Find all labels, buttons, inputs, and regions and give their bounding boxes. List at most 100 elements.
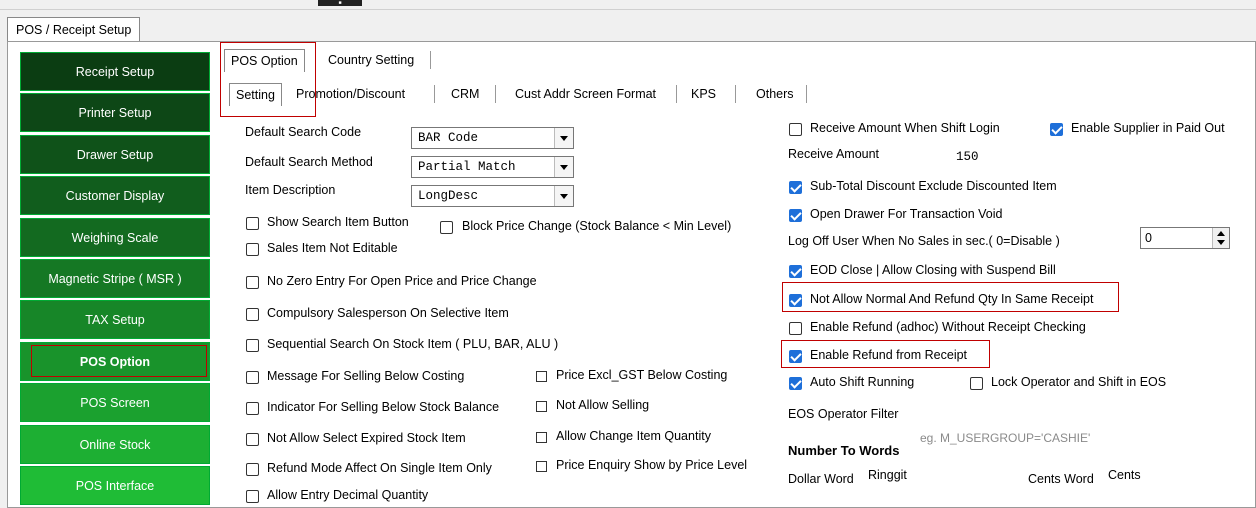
receive-amount-input[interactable]: 150 bbox=[904, 146, 1000, 168]
tab-crm[interactable]: CRM bbox=[445, 83, 485, 105]
default-search-method-label: Default Search Method bbox=[245, 155, 373, 169]
eos-operator-filter-input[interactable] bbox=[917, 402, 1179, 424]
sidebar-item-magnetic-stripe-msr[interactable]: Magnetic Stripe ( MSR ) bbox=[20, 258, 210, 298]
price-excl-gst-checkbox[interactable] bbox=[536, 371, 547, 382]
subtotal-discount-label: Sub-Total Discount Exclude Discounted It… bbox=[810, 179, 1057, 193]
no-zero-entry-label: No Zero Entry For Open Price and Price C… bbox=[267, 274, 537, 288]
tab-others[interactable]: Others bbox=[750, 83, 800, 105]
allow-entry-decimal-quantity-label: Allow Entry Decimal Quantity bbox=[267, 488, 429, 502]
tab-kps[interactable]: KPS bbox=[685, 83, 722, 105]
sidebar-item-pos-screen[interactable]: POS Screen bbox=[20, 383, 210, 423]
not-allow-expired-stock-checkbox[interactable] bbox=[246, 433, 259, 446]
sequential-search-checkbox[interactable] bbox=[246, 339, 259, 352]
tab-separator bbox=[806, 85, 807, 103]
price-excl-gst-label: Price Excl_GST Below Costing bbox=[556, 368, 728, 382]
auto-shift-running-checkbox[interactable] bbox=[789, 377, 802, 390]
allow-entry-decimal-quantity-checkbox[interactable] bbox=[246, 490, 259, 503]
enable-supplier-paid-out-label: Enable Supplier in Paid Out bbox=[1071, 121, 1225, 135]
enable-refund-adhoc-checkbox[interactable] bbox=[789, 322, 802, 335]
sidebar: Receipt Setup Printer Setup Drawer Setup Cu… bbox=[20, 52, 210, 507]
sales-item-not-editable-label: Sales Item Not Editable bbox=[267, 241, 398, 255]
lock-operator-label: Lock Operator and Shift in EOS bbox=[991, 375, 1167, 389]
lock-operator-checkbox[interactable] bbox=[970, 377, 983, 390]
chevron-down-icon[interactable] bbox=[554, 157, 573, 177]
receive-amount-shift-login-checkbox[interactable] bbox=[789, 123, 802, 136]
default-search-method-select[interactable]: Partial Match bbox=[411, 156, 574, 178]
open-drawer-void-label: Open Drawer For Transaction Void bbox=[810, 207, 1003, 221]
refund-mode-single-item-checkbox[interactable] bbox=[246, 463, 259, 476]
receive-amount-label: Receive Amount bbox=[788, 147, 880, 161]
spin-arrows-icon[interactable] bbox=[1212, 228, 1229, 248]
sidebar-item-drawer-setup[interactable]: Drawer Setup bbox=[20, 134, 210, 174]
sidebar-item-printer-setup[interactable]: Printer Setup bbox=[20, 93, 210, 133]
message-selling-below-costing-checkbox[interactable] bbox=[246, 371, 259, 384]
chevron-down-icon[interactable] bbox=[554, 186, 573, 206]
sequential-search-label: Sequential Search On Stock Item ( PLU, B… bbox=[267, 337, 559, 351]
sidebar-item-pos-option[interactable]: POS Option bbox=[20, 341, 210, 381]
enable-refund-from-receipt-label: Enable Refund from Receipt bbox=[810, 348, 968, 362]
tab-cust-addr-screen-format[interactable]: Cust Addr Screen Format bbox=[509, 83, 662, 105]
tab-separator bbox=[434, 85, 435, 103]
tab-setting[interactable]: Setting bbox=[229, 83, 282, 106]
tab-separator bbox=[430, 51, 431, 69]
dollar-word-input[interactable]: Ringgit bbox=[864, 466, 1014, 488]
eod-close-checkbox[interactable] bbox=[789, 265, 802, 278]
item-description-value: LongDesc bbox=[418, 189, 479, 203]
tab-separator bbox=[495, 85, 496, 103]
not-allow-selling-checkbox[interactable] bbox=[536, 401, 547, 412]
not-allow-selling-label: Not Allow Selling bbox=[556, 398, 650, 412]
not-allow-normal-refund-checkbox[interactable] bbox=[789, 294, 802, 307]
default-search-code-label: Default Search Code bbox=[245, 125, 362, 139]
eos-operator-filter-label: EOS Operator Filter bbox=[788, 407, 899, 421]
eod-close-label: EOD Close | Allow Closing with Suspend B… bbox=[810, 263, 1056, 277]
sidebar-item-pos-interface[interactable]: POS Interface bbox=[20, 465, 210, 505]
refund-mode-single-item-label: Refund Mode Affect On Single Item Only bbox=[267, 461, 492, 475]
enable-supplier-paid-out-checkbox[interactable] bbox=[1050, 123, 1063, 136]
compulsory-salesperson-checkbox[interactable] bbox=[246, 308, 259, 321]
tab-pos-option[interactable]: POS Option bbox=[224, 49, 305, 72]
block-price-change-checkbox[interactable] bbox=[440, 221, 453, 234]
sidebar-item-tax-setup[interactable]: TAX Setup bbox=[20, 300, 210, 340]
not-allow-normal-refund-label: Not Allow Normal And Refund Qty In Same … bbox=[810, 292, 1094, 306]
item-description-label: Item Description bbox=[245, 183, 336, 197]
chevron-down-icon[interactable] bbox=[554, 128, 573, 148]
tab-promotion-discount[interactable]: Promotion/Discount bbox=[290, 83, 411, 105]
allow-change-item-quantity-label: Allow Change Item Quantity bbox=[556, 429, 711, 443]
price-enquiry-price-level-checkbox[interactable] bbox=[536, 461, 547, 472]
compulsory-salesperson-label: Compulsory Salesperson On Selective Item bbox=[267, 306, 509, 320]
no-zero-entry-checkbox[interactable] bbox=[246, 276, 259, 289]
indicator-selling-below-stock-checkbox[interactable] bbox=[246, 402, 259, 415]
auto-shift-running-label: Auto Shift Running bbox=[810, 375, 915, 389]
not-allow-expired-stock-label: Not Allow Select Expired Stock Item bbox=[267, 431, 466, 445]
sidebar-item-weighing-scale[interactable]: Weighing Scale bbox=[20, 217, 210, 257]
default-search-code-select[interactable]: BAR Code bbox=[411, 127, 574, 149]
default-search-method-value: Partial Match bbox=[418, 160, 516, 174]
enable-refund-from-receipt-checkbox[interactable] bbox=[789, 350, 802, 363]
sidebar-item-receipt-setup[interactable]: Receipt Setup bbox=[20, 52, 210, 91]
tab-pos-receipt-setup[interactable]: POS / Receipt Setup bbox=[7, 17, 141, 42]
price-enquiry-price-level-label: Price Enquiry Show by Price Level bbox=[556, 458, 748, 472]
top-button[interactable]: ■ bbox=[318, 0, 362, 6]
cents-word-input[interactable]: Cents bbox=[1104, 466, 1240, 488]
number-to-words-heading: Number To Words bbox=[788, 443, 900, 458]
show-search-item-button-checkbox[interactable] bbox=[246, 217, 259, 230]
top-strip bbox=[0, 0, 1256, 10]
item-description-select[interactable]: LongDesc bbox=[411, 185, 574, 207]
enable-refund-adhoc-label: Enable Refund (adhoc) Without Receipt Ch… bbox=[810, 320, 1086, 334]
allow-change-item-quantity-checkbox[interactable] bbox=[536, 432, 547, 443]
log-off-seconds-input[interactable]: 0 bbox=[1140, 227, 1230, 249]
block-price-change-label: Block Price Change (Stock Balance < Min … bbox=[462, 219, 732, 233]
show-search-item-button-label: Show Search Item Button bbox=[267, 215, 409, 229]
default-search-code-value: BAR Code bbox=[418, 131, 479, 145]
open-drawer-void-checkbox[interactable] bbox=[789, 209, 802, 222]
indicator-selling-below-stock-label: Indicator For Selling Below Stock Balanc… bbox=[267, 400, 500, 414]
sidebar-item-customer-display[interactable]: Customer Display bbox=[20, 176, 210, 216]
sales-item-not-editable-checkbox[interactable] bbox=[246, 243, 259, 256]
log-off-label: Log Off User When No Sales in sec.( 0=Di… bbox=[788, 234, 1060, 248]
message-selling-below-costing-label: Message For Selling Below Costing bbox=[267, 369, 465, 383]
log-off-seconds-value: 0 bbox=[1145, 231, 1152, 245]
subtotal-discount-checkbox[interactable] bbox=[789, 181, 802, 194]
tab-separator bbox=[676, 85, 677, 103]
sidebar-item-online-stock[interactable]: Online Stock bbox=[20, 424, 210, 464]
tab-country-setting[interactable]: Country Setting bbox=[322, 49, 420, 71]
